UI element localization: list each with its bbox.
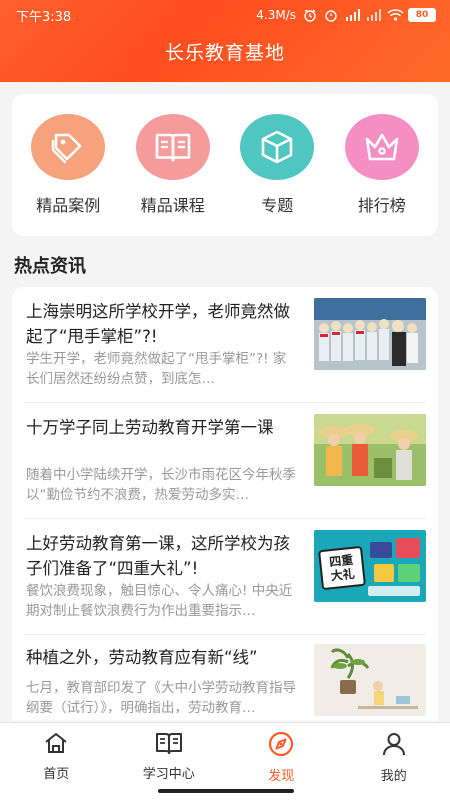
- news-summary: 餐饮浪费现象，触目惊心、令人痛心! 中央近期对制止餐饮浪费行为作出重要指示…: [26, 583, 293, 619]
- status-bar: 下午3:38 4.3M/s 80: [0, 0, 450, 30]
- signal-icon: [366, 9, 381, 21]
- book-icon: [135, 114, 210, 180]
- news-thumbnail: [314, 644, 426, 716]
- network-speed: 4.3M/s: [256, 8, 296, 22]
- signal-hd-icon: [345, 9, 360, 21]
- hot-news-title: 热点资讯: [14, 256, 86, 277]
- list-item[interactable]: 十万学子同上劳动教育开学第一课 随着中小学陆续开学，长沙市雨花区今年秋季以“勤俭…: [24, 403, 426, 519]
- compass-icon: [268, 731, 294, 761]
- quick-link-label: 排行榜: [357, 196, 406, 215]
- quick-link-label: 专题: [261, 196, 294, 215]
- news-summary: 学生开学，老师竟然做起了“甩手掌柜”?! 家长们居然还纷纷点赞，到底怎…: [26, 351, 287, 387]
- news-title: 上好劳动教育第一课，这所学校为孩子们准备了“四重大礼”!: [26, 534, 290, 578]
- list-item[interactable]: 上海崇明这所学校开学，老师竟然做起了“甩手掌柜”?! 学生开学，老师竟然做起了“…: [24, 287, 426, 403]
- status-time: 下午3:38: [16, 9, 72, 25]
- home-indicator[interactable]: [158, 789, 294, 793]
- quick-link-cases[interactable]: 精品案例: [20, 114, 116, 236]
- news-thumbnail: 四重大礼: [314, 530, 426, 602]
- list-item[interactable]: 种植之外，劳动教育应有新“线” 七月，教育部印发了《大中小学劳动教育指导纲要（试…: [24, 635, 426, 721]
- news-thumbnail: [314, 298, 426, 370]
- tab-profile[interactable]: 我的: [349, 731, 439, 800]
- tag-icon: [31, 114, 106, 180]
- news-title: 十万学子同上劳动教育开学第一课: [26, 418, 274, 437]
- quick-link-label: 精品案例: [36, 196, 101, 215]
- list-item[interactable]: 上好劳动教育第一课，这所学校为孩子们准备了“四重大礼”! 餐饮浪费现象，触目惊心…: [24, 519, 426, 635]
- page-title: 长乐教育基地: [164, 42, 285, 64]
- news-summary: 随着中小学陆续开学，长沙市雨花区今年秋季以“勤俭节约不浪费，热爱劳动多实…: [26, 467, 296, 503]
- alarm-icon: [303, 9, 317, 22]
- news-thumbnail: [314, 414, 426, 486]
- quick-links-card: 精品案例 精品课程 专题 排行榜: [12, 94, 438, 236]
- alarm-clock-icon: [324, 9, 338, 22]
- news-summary: 七月，教育部印发了《大中小学劳动教育指导纲要（试行）》，明确指出，劳动教育…: [26, 680, 296, 716]
- crown-icon: [344, 114, 419, 180]
- open-book-icon: [155, 731, 183, 759]
- home-icon: [43, 731, 69, 759]
- quick-link-ranking[interactable]: 排行榜: [334, 114, 430, 236]
- news-title: 种植之外，劳动教育应有新“线”: [26, 648, 258, 667]
- battery-indicator: 80: [408, 8, 436, 22]
- quick-link-topics[interactable]: 专题: [229, 114, 325, 236]
- tab-label: 发现: [268, 769, 295, 784]
- box-icon: [240, 114, 315, 180]
- user-icon: [381, 731, 407, 761]
- quick-link-label: 精品课程: [140, 196, 205, 215]
- tab-label: 首页: [43, 767, 70, 782]
- news-list: 上海崇明这所学校开学，老师竟然做起了“甩手掌柜”?! 学生开学，老师竟然做起了“…: [12, 287, 438, 721]
- tab-label: 我的: [380, 769, 407, 784]
- tab-home[interactable]: 首页: [11, 731, 101, 800]
- app-header: 下午3:38 4.3M/s 80 长乐教育基地: [0, 0, 450, 82]
- news-title: 上海崇明这所学校开学，老师竟然做起了“甩手掌柜”?!: [26, 302, 290, 346]
- quick-link-courses[interactable]: 精品课程: [125, 114, 221, 236]
- wifi-icon: [387, 9, 404, 21]
- tab-label: 学习中心: [142, 767, 195, 782]
